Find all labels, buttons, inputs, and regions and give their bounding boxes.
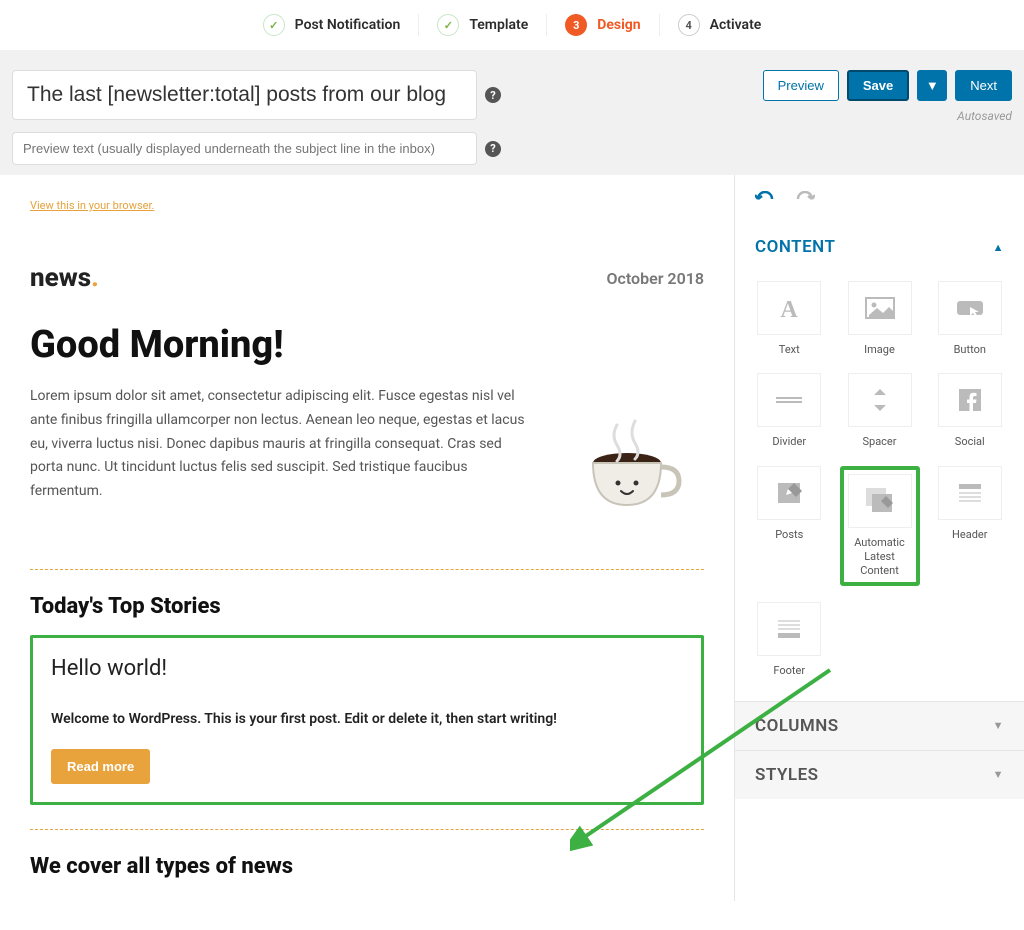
post-excerpt: Welcome to WordPress. This is your first… — [51, 711, 683, 727]
wizard-steps: ✓ Post Notification ✓ Template 3 Design … — [0, 0, 1024, 50]
help-icon[interactable]: ? — [485, 141, 501, 157]
widget-header[interactable]: Header — [934, 466, 1007, 587]
widget-image[interactable]: Image — [840, 281, 920, 357]
header-bar: ? ? Preview Save ▼ Next Autosaved — [0, 50, 1024, 175]
wizard-step-template[interactable]: ✓ Template — [419, 14, 547, 36]
step-number-badge: 3 — [565, 14, 587, 36]
image-icon — [865, 297, 895, 319]
content-panel-header[interactable]: CONTENT ▲ — [735, 223, 1024, 271]
svg-text:A: A — [781, 297, 799, 321]
greeting-heading: Good Morning! — [30, 323, 704, 367]
header-icon — [957, 482, 983, 504]
undo-icon[interactable] — [755, 191, 775, 207]
widgets-grid: A Text Image Button Divider Spacer So — [735, 271, 1024, 701]
styles-panel-header[interactable]: STYLES ▼ — [735, 750, 1024, 799]
help-icon[interactable]: ? — [485, 87, 501, 103]
divider-icon — [774, 395, 804, 405]
automatic-content-block[interactable]: Hello world! Welcome to WordPress. This … — [30, 635, 704, 805]
view-in-browser-link[interactable]: View this in your browser. — [30, 199, 154, 212]
read-more-button[interactable]: Read more — [51, 749, 150, 784]
wizard-step-label: Activate — [710, 17, 762, 33]
design-sidebar: CONTENT ▲ A Text Image Button Divider — [734, 175, 1024, 901]
coffee-cup-icon — [579, 415, 689, 515]
wizard-step-design[interactable]: 3 Design — [547, 14, 659, 36]
widget-text[interactable]: A Text — [753, 281, 826, 357]
top-stories-heading: Today's Top Stories — [30, 594, 704, 619]
newsletter-logo: news. — [30, 263, 99, 293]
chevron-up-icon: ▲ — [993, 241, 1004, 254]
secondary-heading: We cover all types of news — [30, 854, 704, 879]
wizard-step-notification[interactable]: ✓ Post Notification — [245, 14, 420, 36]
automatic-content-icon — [866, 488, 894, 514]
posts-icon — [776, 481, 802, 505]
subject-line-input[interactable] — [12, 70, 477, 120]
text-icon: A — [774, 295, 804, 321]
save-button[interactable]: Save — [847, 70, 909, 101]
coffee-image — [564, 385, 704, 545]
newsletter-date: October 2018 — [606, 269, 704, 288]
chevron-down-icon: ▼ — [993, 768, 1004, 781]
wizard-step-label: Design — [597, 17, 640, 33]
widget-button[interactable]: Button — [934, 281, 1007, 357]
next-button[interactable]: Next — [955, 70, 1012, 101]
check-icon: ✓ — [437, 14, 459, 36]
widget-divider[interactable]: Divider — [753, 373, 826, 449]
wizard-step-activate[interactable]: 4 Activate — [660, 14, 780, 36]
wizard-step-label: Post Notification — [295, 17, 401, 33]
divider — [30, 569, 704, 570]
redo-icon[interactable] — [795, 191, 815, 207]
wizard-step-label: Template — [469, 17, 528, 33]
widget-spacer[interactable]: Spacer — [840, 373, 920, 449]
preview-text-input[interactable] — [12, 132, 477, 165]
divider — [30, 829, 704, 830]
chevron-down-icon: ▼ — [993, 719, 1004, 732]
widget-automatic-latest-content[interactable]: Automatic Latest Content — [840, 466, 920, 587]
button-icon — [955, 298, 985, 318]
footer-icon — [776, 618, 802, 640]
panel-label: STYLES — [755, 765, 819, 785]
preview-button[interactable]: Preview — [763, 70, 839, 101]
intro-paragraph: Lorem ipsum dolor sit amet, consectetur … — [30, 385, 534, 504]
facebook-icon — [959, 389, 981, 411]
post-title: Hello world! — [51, 656, 683, 681]
widget-footer[interactable]: Footer — [753, 602, 826, 678]
autosaved-status: Autosaved — [957, 109, 1012, 123]
step-number-badge: 4 — [678, 14, 700, 36]
columns-panel-header[interactable]: COLUMNS ▼ — [735, 701, 1024, 750]
panel-label: COLUMNS — [755, 716, 839, 736]
check-icon: ✓ — [263, 14, 285, 36]
save-dropdown-button[interactable]: ▼ — [917, 70, 947, 101]
spacer-icon — [870, 387, 890, 413]
widget-posts[interactable]: Posts — [753, 466, 826, 587]
panel-label: CONTENT — [755, 237, 835, 257]
email-canvas[interactable]: View this in your browser. news. October… — [0, 175, 734, 901]
widget-social[interactable]: Social — [934, 373, 1007, 449]
